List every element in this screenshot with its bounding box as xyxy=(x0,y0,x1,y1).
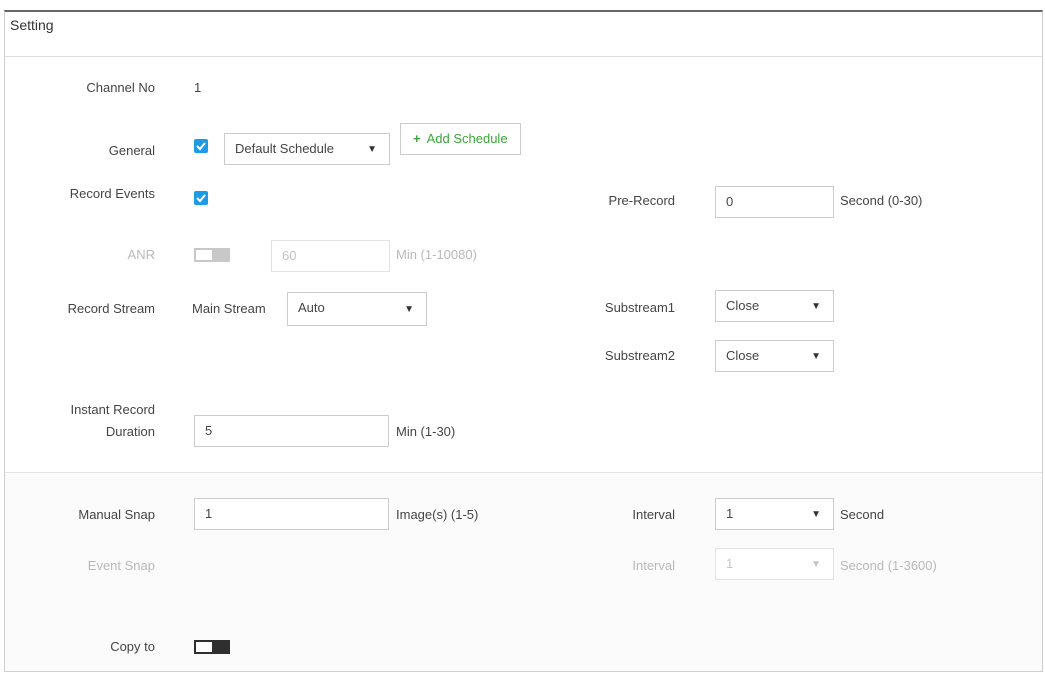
instant-record-label-line1: Instant Record xyxy=(70,402,155,417)
general-schedule-select[interactable]: Default Schedule ▼ xyxy=(224,133,390,165)
toggle-knob xyxy=(196,642,212,652)
copy-to-label: Copy to xyxy=(110,639,155,654)
pre-record-input[interactable]: 0 xyxy=(715,186,834,218)
panel-header: Setting xyxy=(5,12,1042,57)
manual-snap-input[interactable]: 1 xyxy=(194,498,389,530)
anr-label: ANR xyxy=(127,247,155,262)
manual-snap-unit: Image(s) (1-5) xyxy=(396,507,479,522)
instant-record-unit: Min (1-30) xyxy=(396,424,456,439)
substream1-label: Substream1 xyxy=(604,300,675,315)
event-snap-interval-value: 1 xyxy=(726,556,734,571)
check-icon xyxy=(196,194,206,203)
instant-record-label-line2: Duration xyxy=(105,424,155,439)
main-stream-value: Auto xyxy=(298,300,325,315)
substream1-value: Close xyxy=(726,298,760,313)
copy-to-toggle[interactable] xyxy=(194,640,230,654)
main-stream-select[interactable]: Auto ▼ xyxy=(287,292,427,326)
manual-snap-interval-unit: Second xyxy=(840,507,885,522)
manual-snap-label: Manual Snap xyxy=(78,507,155,522)
copy-section xyxy=(5,609,1042,671)
pre-record-label: Pre-Record xyxy=(608,193,675,208)
substream2-select[interactable]: Close ▼ xyxy=(715,340,834,372)
pre-record-unit: Second (0-30) xyxy=(840,193,923,208)
anr-unit: Min (1-10080) xyxy=(396,247,477,262)
chevron-down-icon: ▼ xyxy=(811,351,821,362)
general-schedule-value: Default Schedule xyxy=(235,141,335,156)
anr-toggle[interactable] xyxy=(194,248,230,262)
event-snap-interval-label: Interval xyxy=(632,558,675,573)
substream1-select[interactable]: Close ▼ xyxy=(715,290,834,322)
chevron-down-icon: ▼ xyxy=(367,144,377,155)
chevron-down-icon: ▼ xyxy=(811,509,821,520)
instant-record-input[interactable]: 5 xyxy=(194,415,389,447)
add-schedule-label: Add Schedule xyxy=(426,131,508,146)
plus-icon: + xyxy=(413,131,421,146)
manual-snap-interval-select[interactable]: 1 ▼ xyxy=(715,498,834,530)
manual-snap-interval-label: Interval xyxy=(632,507,675,522)
substream2-label: Substream2 xyxy=(604,348,675,363)
chevron-down-icon: ▼ xyxy=(404,304,414,315)
event-snap-label: Event Snap xyxy=(87,558,155,573)
add-schedule-button[interactable]: + Add Schedule xyxy=(400,123,521,155)
chevron-down-icon: ▼ xyxy=(811,559,821,570)
record-stream-label: Record Stream xyxy=(67,301,155,316)
toggle-knob xyxy=(196,250,212,260)
anr-input[interactable]: 60 xyxy=(271,240,390,272)
substream2-value: Close xyxy=(726,348,760,363)
channel-no-value: 1 xyxy=(194,80,202,95)
event-snap-interval-select[interactable]: 1 ▼ xyxy=(715,548,834,580)
main-stream-label: Main Stream xyxy=(192,301,266,316)
general-label: General xyxy=(108,143,155,158)
record-events-checkbox[interactable] xyxy=(194,191,208,205)
chevron-down-icon: ▼ xyxy=(811,301,821,312)
general-checkbox[interactable] xyxy=(194,139,208,153)
check-icon xyxy=(196,142,206,151)
channel-no-label: Channel No xyxy=(86,80,155,95)
manual-snap-interval-value: 1 xyxy=(726,506,734,521)
panel-title: Setting xyxy=(10,17,54,33)
record-events-label: Record Events xyxy=(69,186,155,201)
event-snap-interval-unit: Second (1-3600) xyxy=(840,558,937,573)
snapshot-section xyxy=(5,472,1042,610)
